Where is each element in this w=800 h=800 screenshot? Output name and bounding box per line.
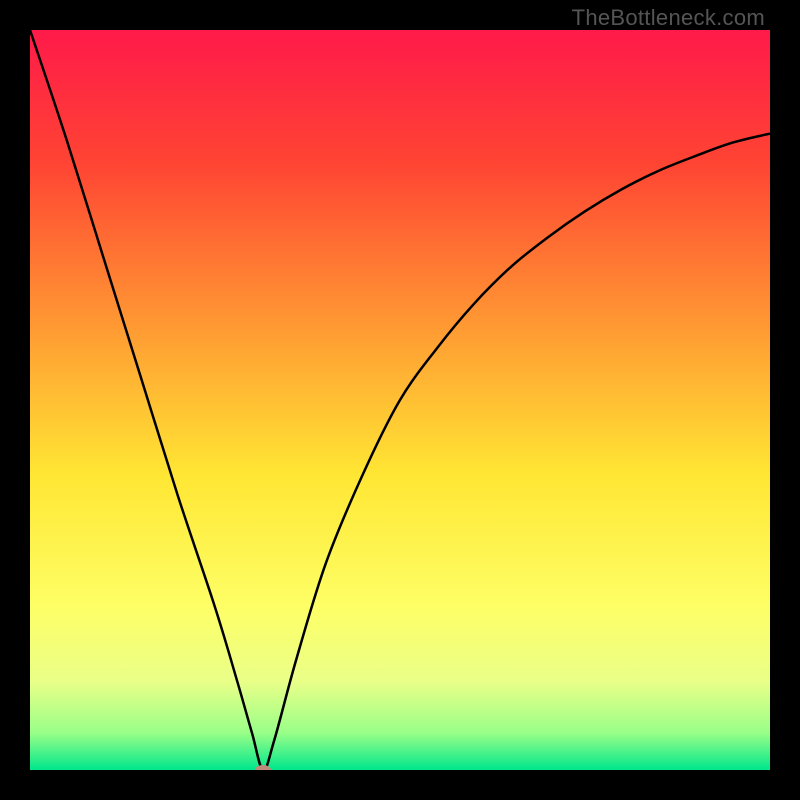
chart-plot-area bbox=[30, 30, 770, 770]
minimum-marker bbox=[255, 765, 271, 770]
watermark-text: TheBottleneck.com bbox=[572, 5, 765, 31]
bottleneck-curve bbox=[30, 30, 770, 770]
